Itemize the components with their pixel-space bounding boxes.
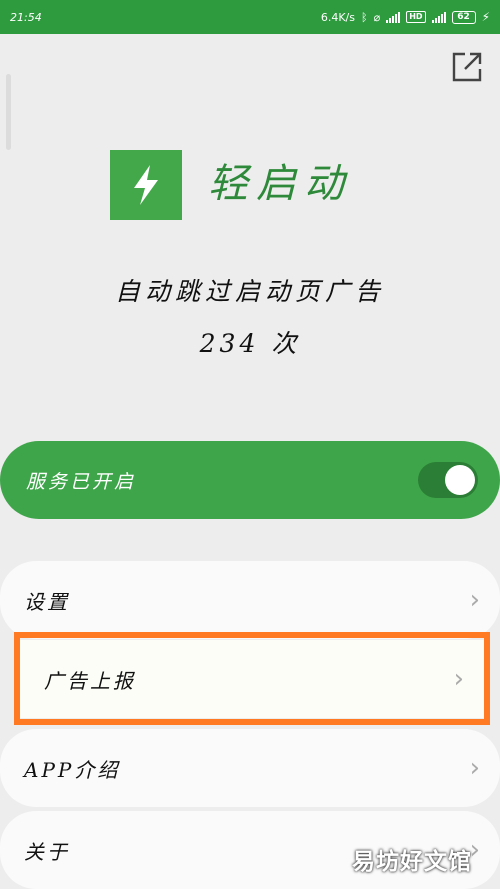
skip-description: 自动跳过启动页广告 <box>114 277 385 306</box>
charging-icon: ⚡ <box>481 10 490 24</box>
alarm-off-icon: ⌀ <box>373 10 381 24</box>
menu-item-app-intro[interactable]: APP介绍 › <box>0 729 500 807</box>
chevron-right-icon: › <box>469 753 480 783</box>
app-name: 轻启动 <box>208 161 352 207</box>
signal-icon <box>386 11 401 23</box>
chevron-right-icon: › <box>453 664 464 694</box>
service-toggle[interactable] <box>418 462 478 498</box>
chevron-right-icon: › <box>469 585 480 615</box>
toggle-knob <box>445 465 475 495</box>
scroll-indicator <box>6 74 11 150</box>
share-external-icon <box>452 52 482 82</box>
service-status-label: 服务已开启 <box>26 470 137 493</box>
menu-item-label: APP介绍 <box>24 757 121 782</box>
watermark: 易坊好文馆 <box>352 849 472 875</box>
lightning-bolt-icon <box>134 165 158 205</box>
status-icons: 6.4K/s ᛒ ⌀ HD 62 ⚡ <box>321 10 490 24</box>
hd-badge: HD <box>406 11 426 23</box>
menu-item-ad-report[interactable]: 广告上报 › <box>20 640 484 718</box>
menu-item-label: 关于 <box>24 839 70 864</box>
bluetooth-icon: ᛒ <box>360 10 368 24</box>
share-button[interactable] <box>450 50 484 84</box>
app-logo <box>110 150 182 220</box>
menu-item-label: 广告上报 <box>44 668 136 693</box>
signal-4g-icon <box>431 11 446 23</box>
status-time: 21:54 <box>10 10 42 24</box>
net-speed: 6.4K/s <box>320 10 355 24</box>
skip-count: 234 次 <box>199 329 301 358</box>
battery-icon: 62 <box>451 10 476 24</box>
menu-item-settings[interactable]: 设置 › <box>0 561 500 639</box>
menu-item-label: 设置 <box>24 589 70 614</box>
service-status-bar[interactable]: 服务已开启 <box>0 441 500 519</box>
status-bar: 21:54 6.4K/s ᛒ ⌀ HD 62 ⚡ <box>0 0 500 34</box>
